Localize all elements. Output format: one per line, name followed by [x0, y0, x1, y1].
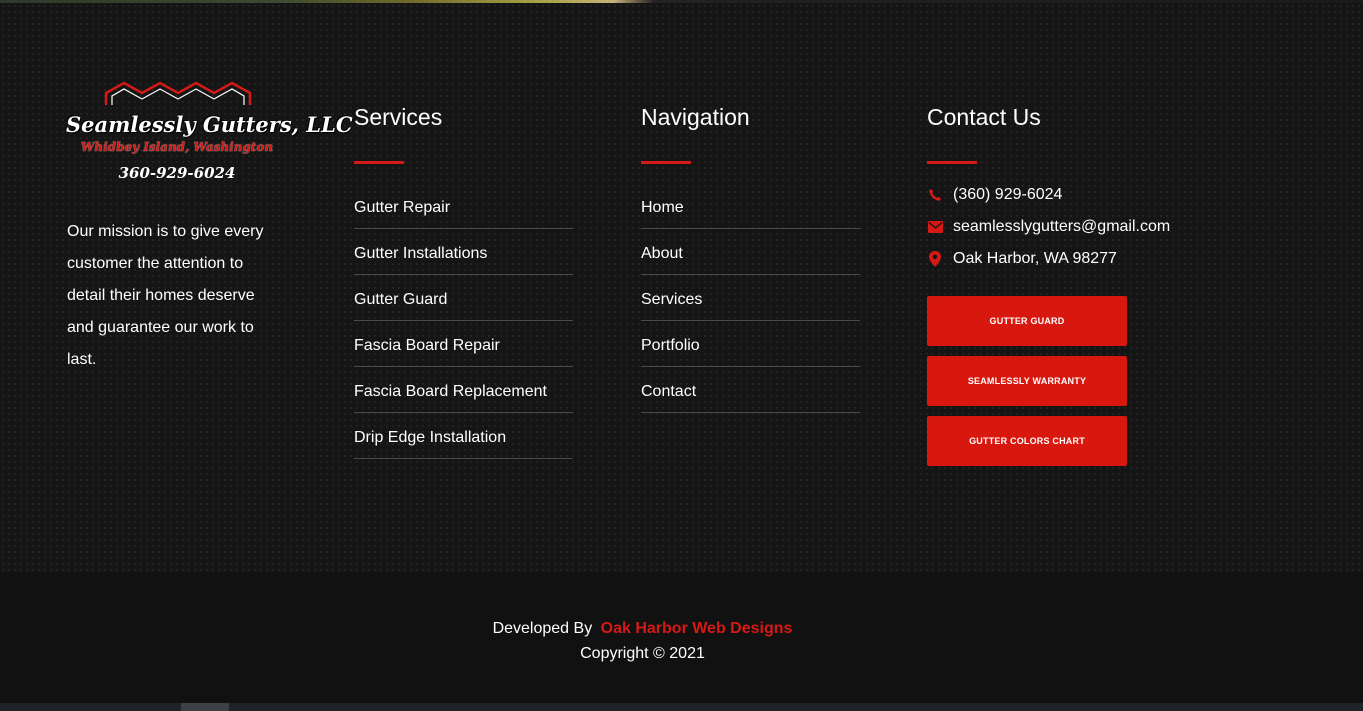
developer-credit: Developed By Oak Harbor Web Designs: [0, 620, 1285, 638]
list-item: Gutter Guard: [354, 275, 573, 321]
service-link-drip-edge[interactable]: Drip Edge Installation: [354, 413, 573, 447]
list-item: About: [641, 229, 860, 275]
gutter-colors-chart-button[interactable]: GUTTER COLORS CHART: [927, 416, 1127, 466]
copyright: Copyright © 2021: [580, 645, 705, 662]
logo-company-name: Seamlessly Gutters, LLC: [66, 112, 353, 137]
navigation-heading-underline: [641, 161, 691, 164]
navigation-heading: Navigation: [641, 104, 750, 130]
list-item: Contact: [641, 367, 860, 413]
services-list: Gutter Repair Gutter Installations Gutte…: [354, 183, 573, 459]
developer-link[interactable]: Oak Harbor Web Designs: [601, 620, 793, 637]
roof-logo-icon: [104, 81, 252, 105]
list-item: Portfolio: [641, 321, 860, 367]
scrollbar-thumb[interactable]: [181, 703, 229, 711]
services-heading: Services: [354, 104, 443, 130]
logo-location: Whidbey Island, Washington: [80, 140, 274, 154]
contact-heading-underline: [927, 161, 977, 164]
contact-heading: Contact Us: [927, 104, 1041, 130]
logo[interactable]: Seamlessly Gutters, LLC Whidbey Island, …: [66, 79, 353, 187]
footer-bottom: Developed By Oak Harbor Web Designs Copy…: [0, 573, 1363, 703]
horizontal-scrollbar[interactable]: [0, 703, 1363, 711]
nav-link-contact[interactable]: Contact: [641, 367, 860, 401]
contact-address-row: Oak Harbor, WA 98277: [927, 249, 1117, 269]
developed-by-label: Developed By: [492, 620, 593, 637]
service-link-fascia-replacement[interactable]: Fascia Board Replacement: [354, 367, 573, 401]
list-item: Drip Edge Installation: [354, 413, 573, 459]
service-link-fascia-repair[interactable]: Fascia Board Repair: [354, 321, 573, 355]
phone-icon: [927, 187, 943, 203]
list-item: Gutter Installations: [354, 229, 573, 275]
nav-link-portfolio[interactable]: Portfolio: [641, 321, 860, 355]
contact-phone: (360) 929-6024: [953, 186, 1063, 203]
logo-phone: 360-929-6024: [118, 164, 236, 182]
nav-link-about[interactable]: About: [641, 229, 860, 263]
navigation-list: Home About Services Portfolio Contact: [641, 183, 860, 413]
nav-link-home[interactable]: Home: [641, 183, 860, 217]
gutter-guard-button[interactable]: GUTTER GUARD: [927, 296, 1127, 346]
list-item: Gutter Repair: [354, 183, 573, 229]
list-item: Fascia Board Repair: [354, 321, 573, 367]
map-pin-icon: [927, 251, 943, 267]
list-item: Fascia Board Replacement: [354, 367, 573, 413]
service-link-gutter-repair[interactable]: Gutter Repair: [354, 183, 573, 217]
envelope-icon: [927, 219, 943, 235]
mission-statement: Our mission is to give every customer th…: [67, 223, 264, 368]
list-item: Services: [641, 275, 860, 321]
nav-link-services[interactable]: Services: [641, 275, 860, 309]
service-link-gutter-installations[interactable]: Gutter Installations: [354, 229, 573, 263]
seamlessly-warranty-button[interactable]: SEAMLESSLY WARRANTY: [927, 356, 1127, 406]
contact-email: seamlesslygutters@gmail.com: [953, 218, 1171, 235]
list-item: Home: [641, 183, 860, 229]
service-link-gutter-guard[interactable]: Gutter Guard: [354, 275, 573, 309]
services-heading-underline: [354, 161, 404, 164]
contact-phone-row[interactable]: (360) 929-6024: [927, 185, 1062, 205]
footer-main: Seamlessly Gutters, LLC Whidbey Island, …: [0, 3, 1363, 573]
contact-email-row[interactable]: seamlesslygutters@gmail.com: [927, 217, 1170, 237]
contact-address: Oak Harbor, WA 98277: [953, 250, 1117, 267]
